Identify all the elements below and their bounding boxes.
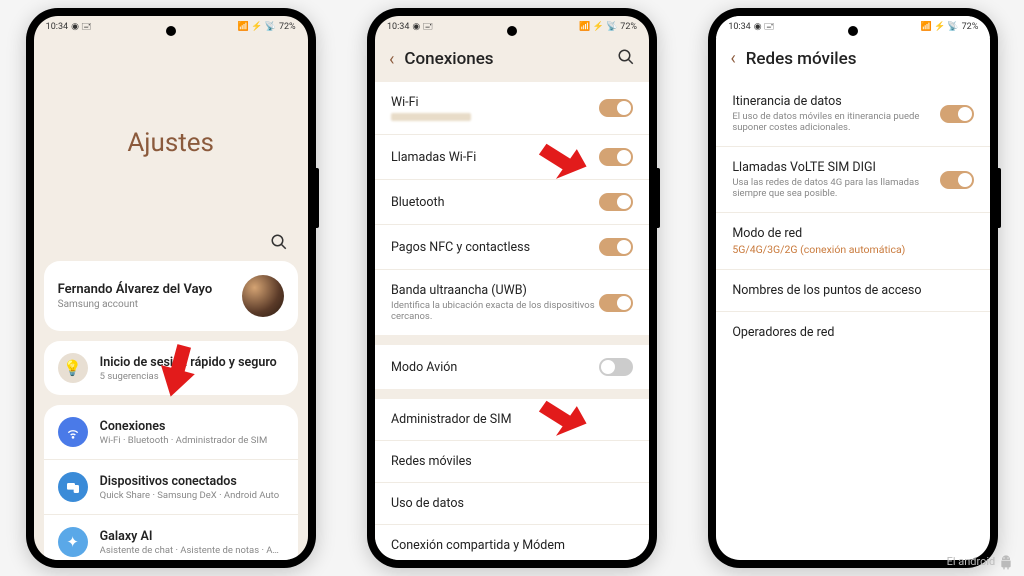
row-title: Nombres de los puntos de acceso xyxy=(732,283,974,298)
phone-frame-1: 10:34◉ 🖃 📶 ⚡ 📡72% Ajustes Fernando Álvar… xyxy=(26,8,316,568)
row-title: Pagos NFC y contactless xyxy=(391,240,599,255)
row-volte[interactable]: Llamadas VoLTE SIM DIGI Usa las redes de … xyxy=(716,147,990,213)
header-title: Redes móviles xyxy=(746,49,977,69)
header: ‹ Conexiones xyxy=(375,38,649,82)
ai-icon: ✦ xyxy=(58,527,88,557)
row-bluetooth[interactable]: Bluetooth xyxy=(375,180,649,225)
row-sub: Quick Share · Samsung DeX · Android Auto xyxy=(100,490,284,501)
status-signal: 📶 ⚡ 📡 xyxy=(579,22,617,32)
status-time: 10:34 xyxy=(387,22,409,32)
toggle-nfc[interactable] xyxy=(599,238,633,256)
row-title: Modo de red xyxy=(732,226,974,241)
row-data-roaming[interactable]: Itinerancia de datos El uso de datos móvi… xyxy=(716,81,990,147)
row-nfc[interactable]: Pagos NFC y contactless xyxy=(375,225,649,270)
toggle-wificall[interactable] xyxy=(599,148,633,166)
row-title: Inicio de sesión rápido y seguro xyxy=(100,355,284,370)
row-sub: Usa las redes de datos 4G para las llama… xyxy=(732,177,940,199)
row-data-usage[interactable]: Uso de datos xyxy=(375,483,649,525)
row-title: Wi-Fi xyxy=(391,95,599,110)
row-title: Administrador de SIM xyxy=(391,412,633,427)
row-galaxy-ai[interactable]: ✦ Galaxy AI Asistente de chat · Asistent… xyxy=(44,514,298,560)
search-icon xyxy=(270,233,288,251)
row-mobile-networks[interactable]: Redes móviles xyxy=(375,441,649,483)
toggle-wifi[interactable] xyxy=(599,99,633,117)
toggle-bluetooth[interactable] xyxy=(599,193,633,211)
account-card[interactable]: Fernando Álvarez del Vayo Samsung accoun… xyxy=(44,261,298,331)
row-title: Llamadas Wi-Fi xyxy=(391,150,599,165)
status-time: 10:34 xyxy=(728,22,750,32)
row-title: Conexión compartida y Módem xyxy=(391,538,633,553)
screen-ajustes: 10:34◉ 🖃 📶 ⚡ 📡72% Ajustes Fernando Álvar… xyxy=(34,16,308,560)
account-name: Fernando Álvarez del Vayo xyxy=(58,282,242,297)
status-battery: 72% xyxy=(279,22,296,32)
row-title: Redes móviles xyxy=(391,454,633,469)
row-value: 5G/4G/3G/2G (conexión automática) xyxy=(732,243,974,256)
toggle-airplane[interactable] xyxy=(599,358,633,376)
row-wifi-calling[interactable]: Llamadas Wi-Fi xyxy=(375,135,649,180)
row-sub: 5 sugerencias xyxy=(100,371,284,382)
row-operators[interactable]: Operadores de red xyxy=(716,312,990,353)
row-title: Operadores de red xyxy=(732,325,974,340)
page-title: Ajustes xyxy=(34,128,308,158)
status-icons-left: ◉ 🖃 xyxy=(412,19,433,35)
status-battery: 72% xyxy=(962,22,979,32)
camera-notch xyxy=(507,26,517,36)
wifi-ssid-blurred xyxy=(391,113,471,121)
status-signal: 📶 ⚡ 📡 xyxy=(238,22,276,32)
row-airplane[interactable]: Modo Avión xyxy=(375,345,649,389)
status-icons-left: ◉ 🖃 xyxy=(71,19,92,35)
row-sub: Wi-Fi · Bluetooth · Administrador de SIM xyxy=(100,435,284,446)
toggle-uwb[interactable] xyxy=(599,294,633,312)
row-sim-manager[interactable]: Administrador de SIM xyxy=(375,399,649,441)
row-fast-signin[interactable]: 💡 Inicio de sesión rápido y seguro 5 sug… xyxy=(44,341,298,395)
row-conexiones[interactable]: Conexiones Wi-Fi · Bluetooth · Administr… xyxy=(44,405,298,459)
row-title: Llamadas VoLTE SIM DIGI xyxy=(732,160,940,175)
status-battery: 72% xyxy=(620,22,637,32)
row-hotspot[interactable]: Conexión compartida y Módem xyxy=(375,525,649,560)
lightbulb-icon: 💡 xyxy=(58,353,88,383)
toggle-volte[interactable] xyxy=(940,171,974,189)
avatar xyxy=(242,275,284,317)
toggle-roaming[interactable] xyxy=(940,105,974,123)
row-dispositivos[interactable]: Dispositivos conectados Quick Share · Sa… xyxy=(44,459,298,514)
status-time: 10:34 xyxy=(46,22,68,32)
camera-notch xyxy=(166,26,176,36)
row-sub: Identifica la ubicación exacta de los di… xyxy=(391,300,599,322)
row-title: Modo Avión xyxy=(391,360,599,375)
phone-frame-2: 10:34◉ 🖃 📶 ⚡ 📡72% ‹ Conexiones Wi-Fi Lla… xyxy=(367,8,657,568)
screen-conexiones: 10:34◉ 🖃 📶 ⚡ 📡72% ‹ Conexiones Wi-Fi Lla… xyxy=(375,16,649,560)
wifi-icon xyxy=(58,417,88,447)
row-sub: Asistente de chat · Asistente de notas ·… xyxy=(100,545,284,556)
status-signal: 📶 ⚡ 📡 xyxy=(921,22,959,32)
devices-icon xyxy=(58,472,88,502)
back-button[interactable]: ‹ xyxy=(389,49,394,70)
row-network-mode[interactable]: Modo de red 5G/4G/3G/2G (conexión automát… xyxy=(716,213,990,270)
android-icon xyxy=(998,554,1014,570)
row-title: Banda ultraancha (UWB) xyxy=(391,283,599,298)
header-title: Conexiones xyxy=(404,49,607,69)
search-button[interactable] xyxy=(617,48,635,70)
row-title: Galaxy AI xyxy=(100,529,284,544)
header: ‹ Redes móviles xyxy=(716,38,990,81)
account-sub: Samsung account xyxy=(58,299,242,310)
row-wifi[interactable]: Wi-Fi xyxy=(375,82,649,135)
back-button[interactable]: ‹ xyxy=(730,48,735,69)
row-title: Dispositivos conectados xyxy=(100,474,284,489)
status-icons-left: ◉ 🖃 xyxy=(754,19,775,35)
row-uwb[interactable]: Banda ultraancha (UWB) Identifica la ubic… xyxy=(375,270,649,335)
row-title: Bluetooth xyxy=(391,195,599,210)
screen-redes-moviles: 10:34 ◉ 🖃 📶 ⚡ 📡72% ‹ Redes móviles Itiner… xyxy=(716,16,990,560)
camera-notch xyxy=(848,26,858,36)
watermark: El android xyxy=(947,554,1014,570)
row-title: Conexiones xyxy=(100,419,284,434)
search-button[interactable] xyxy=(34,233,308,261)
row-title: Itinerancia de datos xyxy=(732,94,940,109)
phone-frame-3: 10:34 ◉ 🖃 📶 ⚡ 📡72% ‹ Redes móviles Itiner… xyxy=(708,8,998,568)
row-title: Uso de datos xyxy=(391,496,633,511)
row-apn[interactable]: Nombres de los puntos de acceso xyxy=(716,270,990,312)
row-sub: El uso de datos móviles en itinerancia p… xyxy=(732,111,940,133)
